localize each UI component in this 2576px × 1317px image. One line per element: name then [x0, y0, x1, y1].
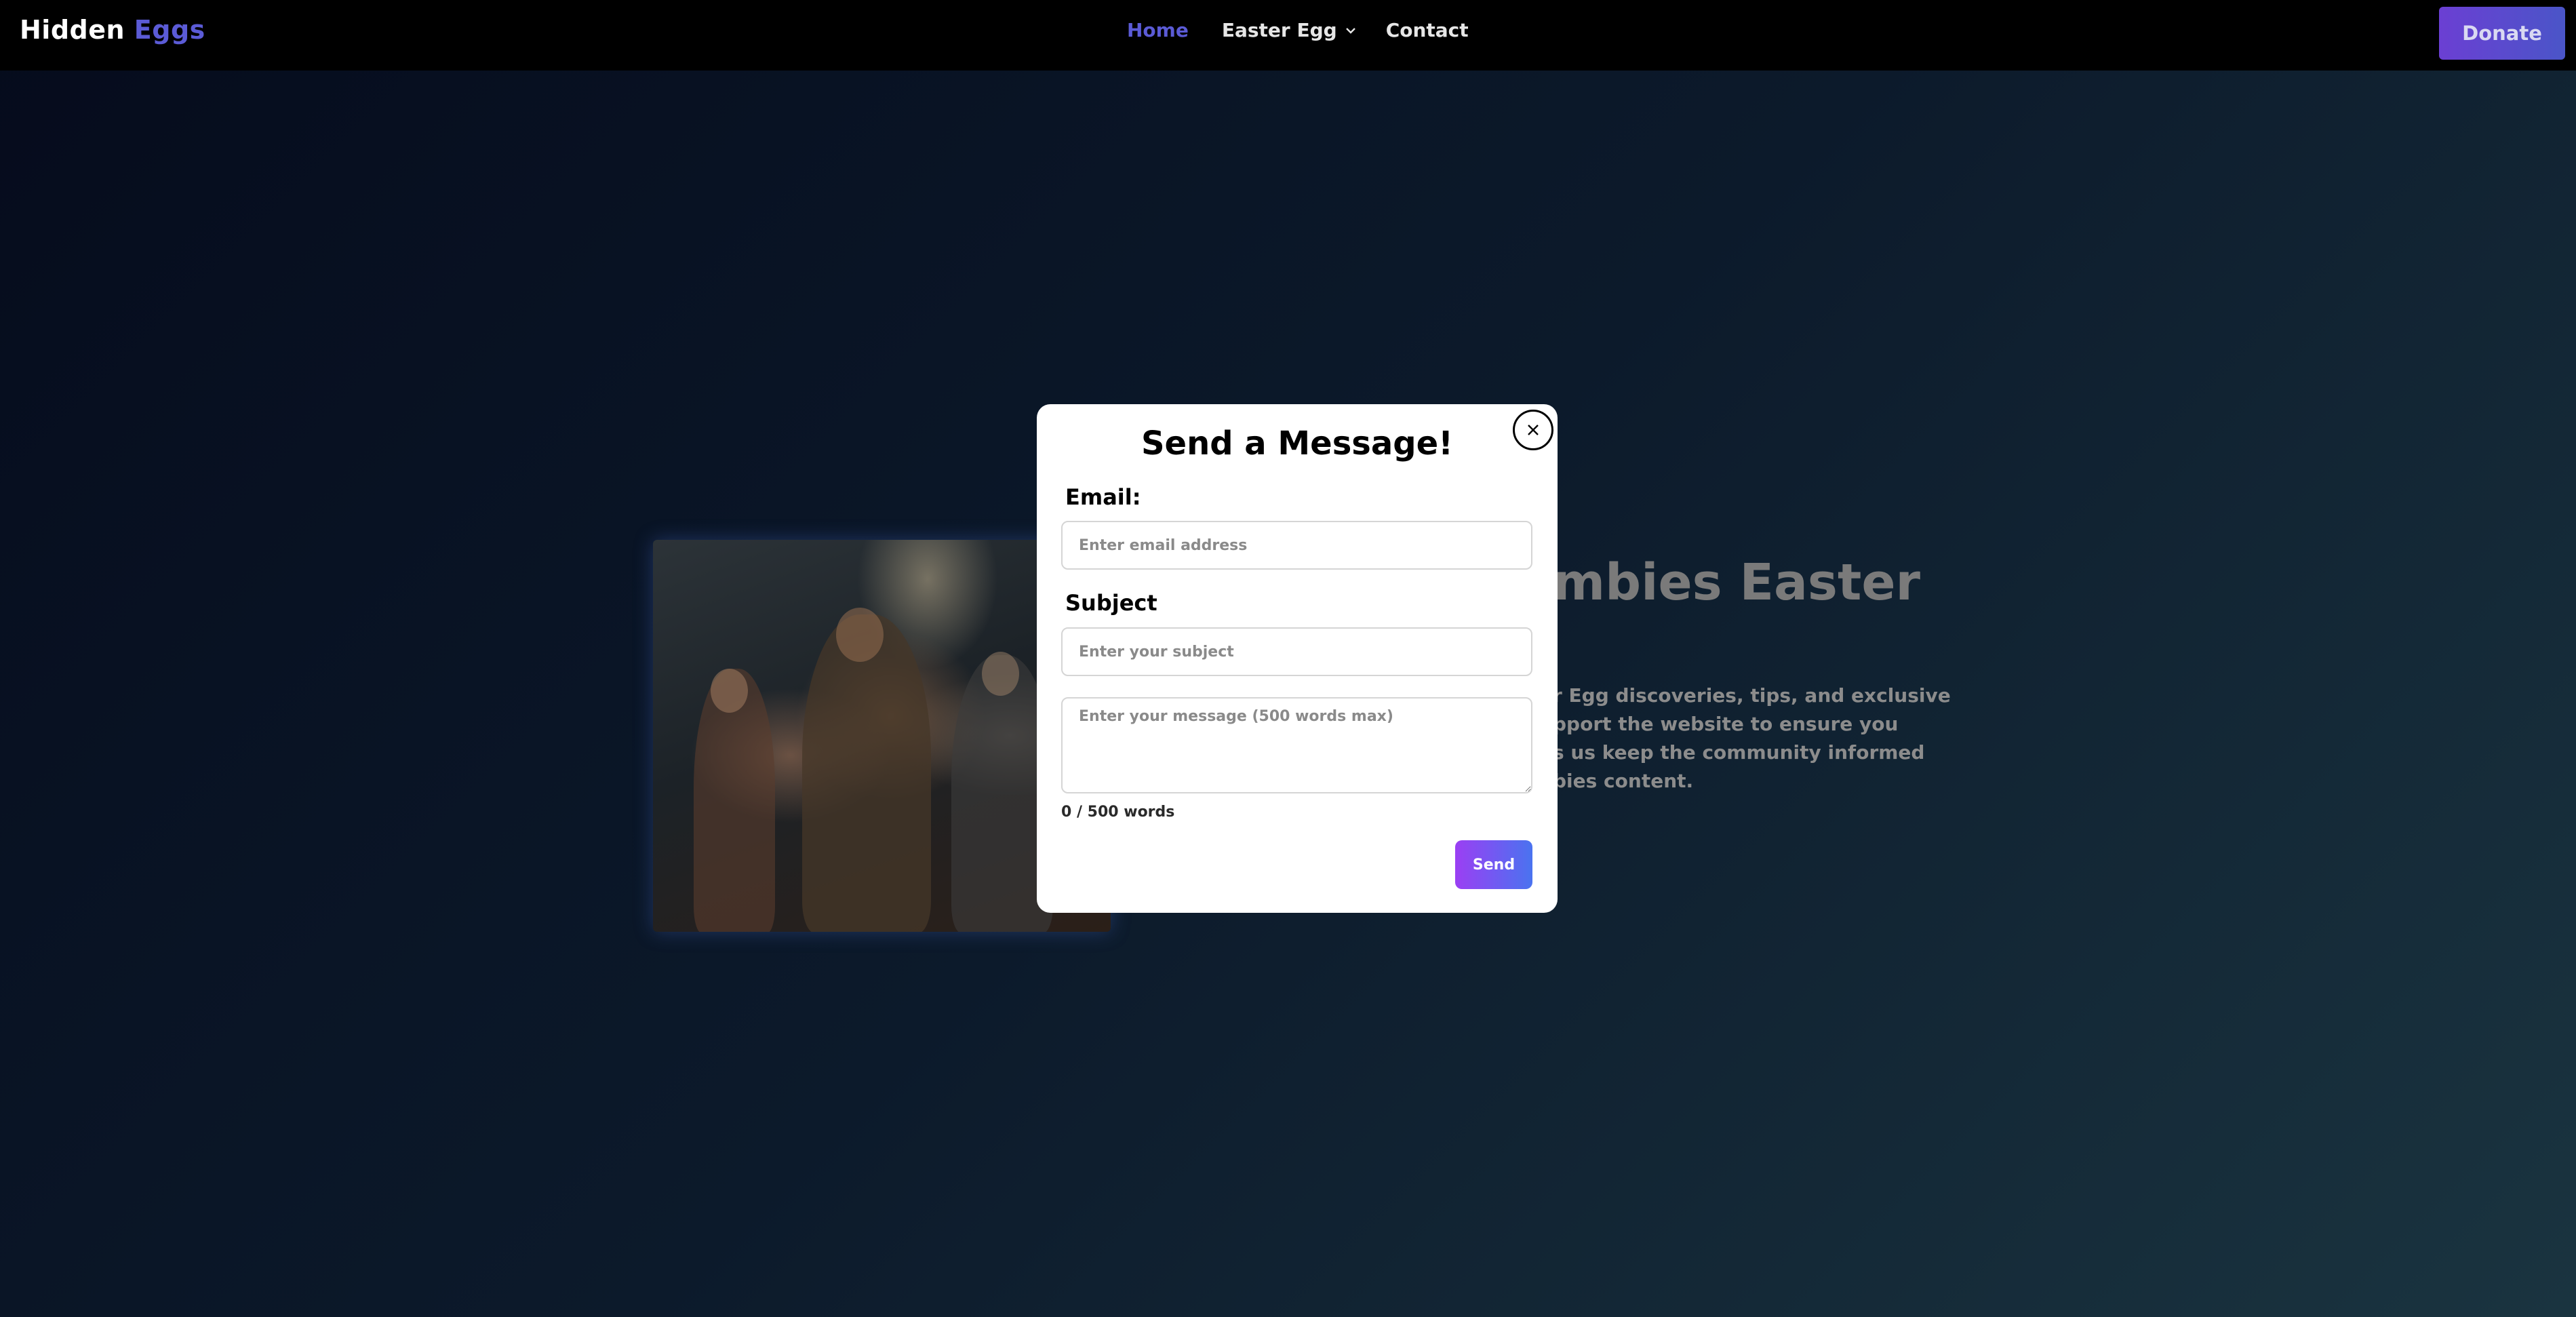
hero-text-line: r Egg discoveries, tips, and exclusive — [1553, 684, 1951, 707]
nav-easter-egg-dropdown[interactable]: Easter Egg — [1222, 19, 1358, 41]
hero-description: r Egg discoveries, tips, and exclusive p… — [1553, 682, 1951, 795]
message-textarea[interactable] — [1061, 697, 1532, 793]
contact-modal: Send a Message! Email: Subject 0 / 500 w… — [1037, 404, 1558, 913]
logo-text-hidden: Hidden — [20, 15, 125, 45]
email-field[interactable] — [1061, 521, 1532, 570]
donate-button[interactable]: Donate — [2439, 7, 2565, 60]
send-button[interactable]: Send — [1455, 840, 1532, 889]
logo-text-eggs: Eggs — [134, 15, 205, 45]
email-label: Email: — [1065, 484, 1141, 510]
hero-title: mbies Easter — [1553, 553, 1921, 612]
nav-home-link[interactable]: Home — [1127, 19, 1189, 41]
main-nav: Home Easter Egg Contact — [1127, 19, 1469, 41]
hero-text-line: pport the website to ensure you — [1553, 713, 1899, 735]
nav-easter-egg-label: Easter Egg — [1221, 19, 1337, 41]
chevron-down-icon — [1345, 27, 1355, 34]
nav-contact-link[interactable]: Contact — [1386, 19, 1469, 41]
word-counter: 0 / 500 words — [1061, 804, 1175, 821]
hero-text-line: bies content. — [1553, 770, 1694, 792]
site-logo[interactable]: Hidden Eggs — [20, 15, 205, 45]
hero-text-line: s us keep the community informed — [1553, 741, 1925, 764]
navbar: Hidden Eggs Home Easter Egg Contact Dona… — [0, 0, 2576, 71]
subject-field[interactable] — [1061, 627, 1532, 676]
subject-label: Subject — [1065, 590, 1157, 616]
modal-title: Send a Message! — [1141, 425, 1454, 463]
